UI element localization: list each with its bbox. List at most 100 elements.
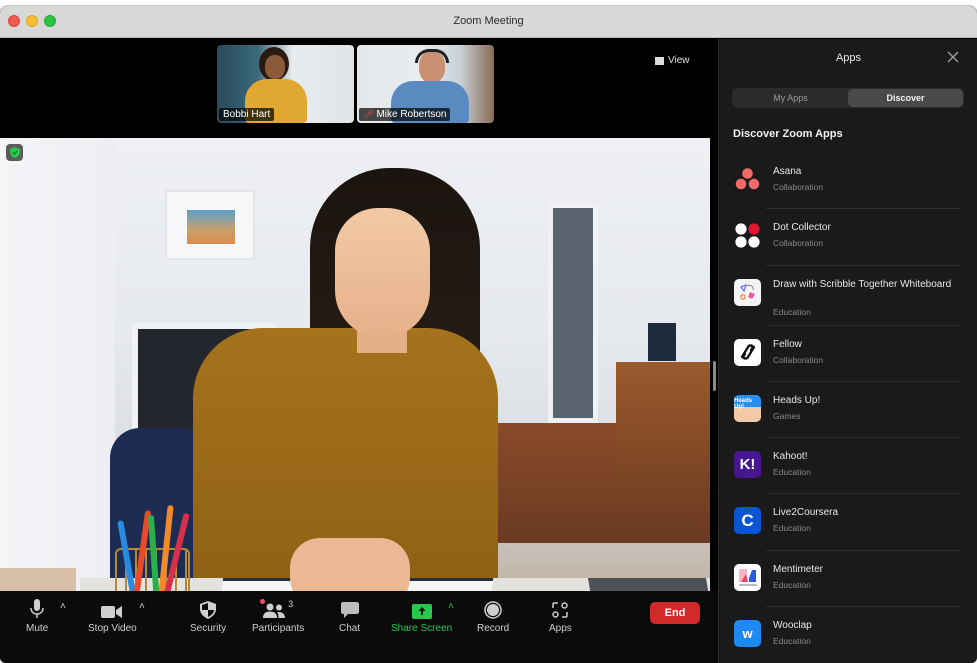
app-category: Education bbox=[773, 523, 811, 534]
app-list-item-wooclap[interactable]: w Wooclap Education bbox=[719, 606, 977, 662]
tab-discover[interactable]: Discover bbox=[848, 89, 963, 107]
app-name: Fellow bbox=[773, 338, 802, 350]
participants-count: 3 bbox=[288, 599, 294, 609]
apps-label: Apps bbox=[549, 623, 572, 634]
chat-bubble-icon bbox=[340, 599, 359, 619]
scribble-icon bbox=[734, 278, 761, 306]
video-background bbox=[165, 190, 255, 260]
apps-icon bbox=[552, 599, 569, 619]
video-background bbox=[548, 203, 598, 423]
section-heading: Discover Zoom Apps bbox=[733, 128, 843, 140]
record-label: Record bbox=[477, 623, 510, 634]
video-options-caret[interactable]: ˄ bbox=[139, 601, 145, 612]
app-list-item-heads-up[interactable]: Heads Up! Heads Up! Games bbox=[719, 380, 977, 437]
mic-muted-icon: 🎤︎ bbox=[363, 109, 375, 119]
coursera-icon-text: C bbox=[741, 510, 754, 530]
share-screen-button[interactable]: Share Screen bbox=[391, 599, 452, 634]
zoom-window: Zoom Meeting Bobbi Hart 🎤︎ Mike Robertso… bbox=[0, 6, 977, 663]
meeting-area: Bobbi Hart 🎤︎ Mike Robertson View bbox=[0, 39, 718, 624]
participant-thumbnail[interactable]: Bobbi Hart bbox=[217, 45, 354, 123]
record-button[interactable]: Record bbox=[477, 599, 509, 634]
view-button[interactable]: View bbox=[655, 55, 690, 66]
app-category: Education bbox=[773, 467, 811, 478]
participant-video bbox=[415, 49, 449, 63]
stop-video-label: Stop Video bbox=[88, 623, 137, 634]
heads-up-icon: Heads Up! bbox=[734, 394, 761, 422]
apps-button[interactable]: Apps bbox=[549, 599, 572, 634]
microphone-icon bbox=[30, 599, 44, 619]
app-name: Dot Collector bbox=[773, 222, 831, 234]
close-icon[interactable] bbox=[946, 50, 960, 64]
asana-icon bbox=[734, 166, 761, 193]
shield-icon bbox=[200, 599, 217, 619]
app-name: Kahoot! bbox=[773, 451, 808, 463]
app-list-item-kahoot[interactable]: K! Kahoot! Education bbox=[719, 437, 977, 493]
encryption-badge[interactable] bbox=[6, 144, 23, 161]
shield-check-icon bbox=[9, 147, 20, 158]
video-background bbox=[187, 210, 235, 244]
title-bar: Zoom Meeting bbox=[0, 6, 977, 38]
participant-name: Mike Robertson bbox=[376, 109, 447, 120]
coursera-icon: C bbox=[734, 507, 761, 535]
kahoot-icon-text: K! bbox=[739, 456, 756, 474]
mute-button[interactable]: Mute bbox=[26, 599, 48, 634]
share-options-caret[interactable]: ˄ bbox=[448, 601, 454, 612]
share-screen-label: Share Screen bbox=[391, 623, 453, 634]
apps-tab-switcher: My Apps Discover bbox=[732, 88, 964, 108]
participant-thumbnail[interactable]: 🎤︎ Mike Robertson bbox=[357, 45, 494, 123]
security-label: Security bbox=[190, 623, 227, 634]
audio-options-caret[interactable]: ˄ bbox=[60, 601, 66, 612]
heads-up-icon-text: Heads Up! bbox=[734, 397, 753, 410]
stop-video-button[interactable]: Stop Video bbox=[88, 599, 137, 634]
meeting-toolbar: Mute ˄ Stop Video ˄ Security 3 Participa… bbox=[0, 591, 718, 663]
app-list-item-fellow[interactable]: Fellow Collaboration bbox=[719, 324, 977, 381]
dot-collector-icon bbox=[734, 222, 761, 249]
tab-my-apps[interactable]: My Apps bbox=[733, 89, 848, 107]
participants-label: Participants bbox=[252, 623, 305, 634]
panel-title: Apps bbox=[835, 52, 862, 64]
app-category: Education bbox=[773, 579, 811, 590]
app-list-item-dot-collector[interactable]: Dot Collector Collaboration bbox=[719, 208, 977, 264]
panel-resize-handle[interactable] bbox=[713, 361, 716, 391]
app-list-item-mentimeter[interactable]: Mentimeter Education bbox=[719, 549, 977, 606]
apps-panel: Apps My Apps Discover Discover Zoom Apps… bbox=[718, 39, 977, 663]
app-name: Asana bbox=[773, 166, 802, 177]
app-name: Draw with Scribble Together Whiteboard bbox=[773, 278, 952, 290]
view-label: View bbox=[668, 55, 690, 66]
security-button[interactable]: Security bbox=[190, 599, 226, 634]
chat-button[interactable]: Chat bbox=[339, 599, 360, 634]
speaker-person bbox=[335, 208, 430, 338]
end-meeting-button[interactable]: End bbox=[650, 602, 700, 624]
participant-video bbox=[265, 55, 285, 79]
app-list-item-scribble-together[interactable]: Draw with Scribble Together Whiteboard E… bbox=[719, 264, 977, 325]
chat-label: Chat bbox=[339, 623, 361, 634]
video-background bbox=[616, 362, 710, 482]
participant-name: Bobbi Hart bbox=[223, 109, 271, 120]
app-name: Live2Coursera bbox=[773, 507, 839, 519]
app-category: Collaboration bbox=[773, 238, 824, 249]
participants-button[interactable]: 3 Participants bbox=[252, 599, 304, 634]
app-list-item-live2coursera[interactable]: C Live2Coursera Education bbox=[719, 493, 977, 549]
app-list-item-asana[interactable]: Asana Collaboration bbox=[719, 152, 977, 208]
grid-view-icon bbox=[655, 56, 664, 65]
app-category: Education bbox=[773, 306, 811, 317]
app-category: Collaboration bbox=[773, 354, 824, 365]
fellow-icon bbox=[734, 338, 761, 366]
kahoot-icon: K! bbox=[734, 451, 761, 479]
app-category: Games bbox=[773, 410, 801, 421]
app-list: Asana Collaboration Dot Collector Collab… bbox=[719, 152, 977, 662]
share-screen-icon bbox=[411, 599, 432, 619]
app-name: Mentimeter bbox=[773, 563, 824, 575]
participant-name-label: 🎤︎ Mike Robertson bbox=[359, 108, 451, 121]
window-title: Zoom Meeting bbox=[453, 15, 524, 27]
wooclap-icon: w bbox=[734, 620, 761, 648]
mute-label: Mute bbox=[26, 623, 49, 634]
video-camera-icon bbox=[101, 599, 123, 619]
app-name: Wooclap bbox=[773, 620, 812, 632]
video-background bbox=[648, 323, 676, 361]
participants-icon: 3 bbox=[260, 599, 294, 619]
app-category: Education bbox=[773, 636, 811, 647]
record-icon bbox=[484, 599, 502, 619]
active-speaker-video bbox=[0, 138, 710, 624]
app-name: Heads Up! bbox=[773, 394, 821, 406]
